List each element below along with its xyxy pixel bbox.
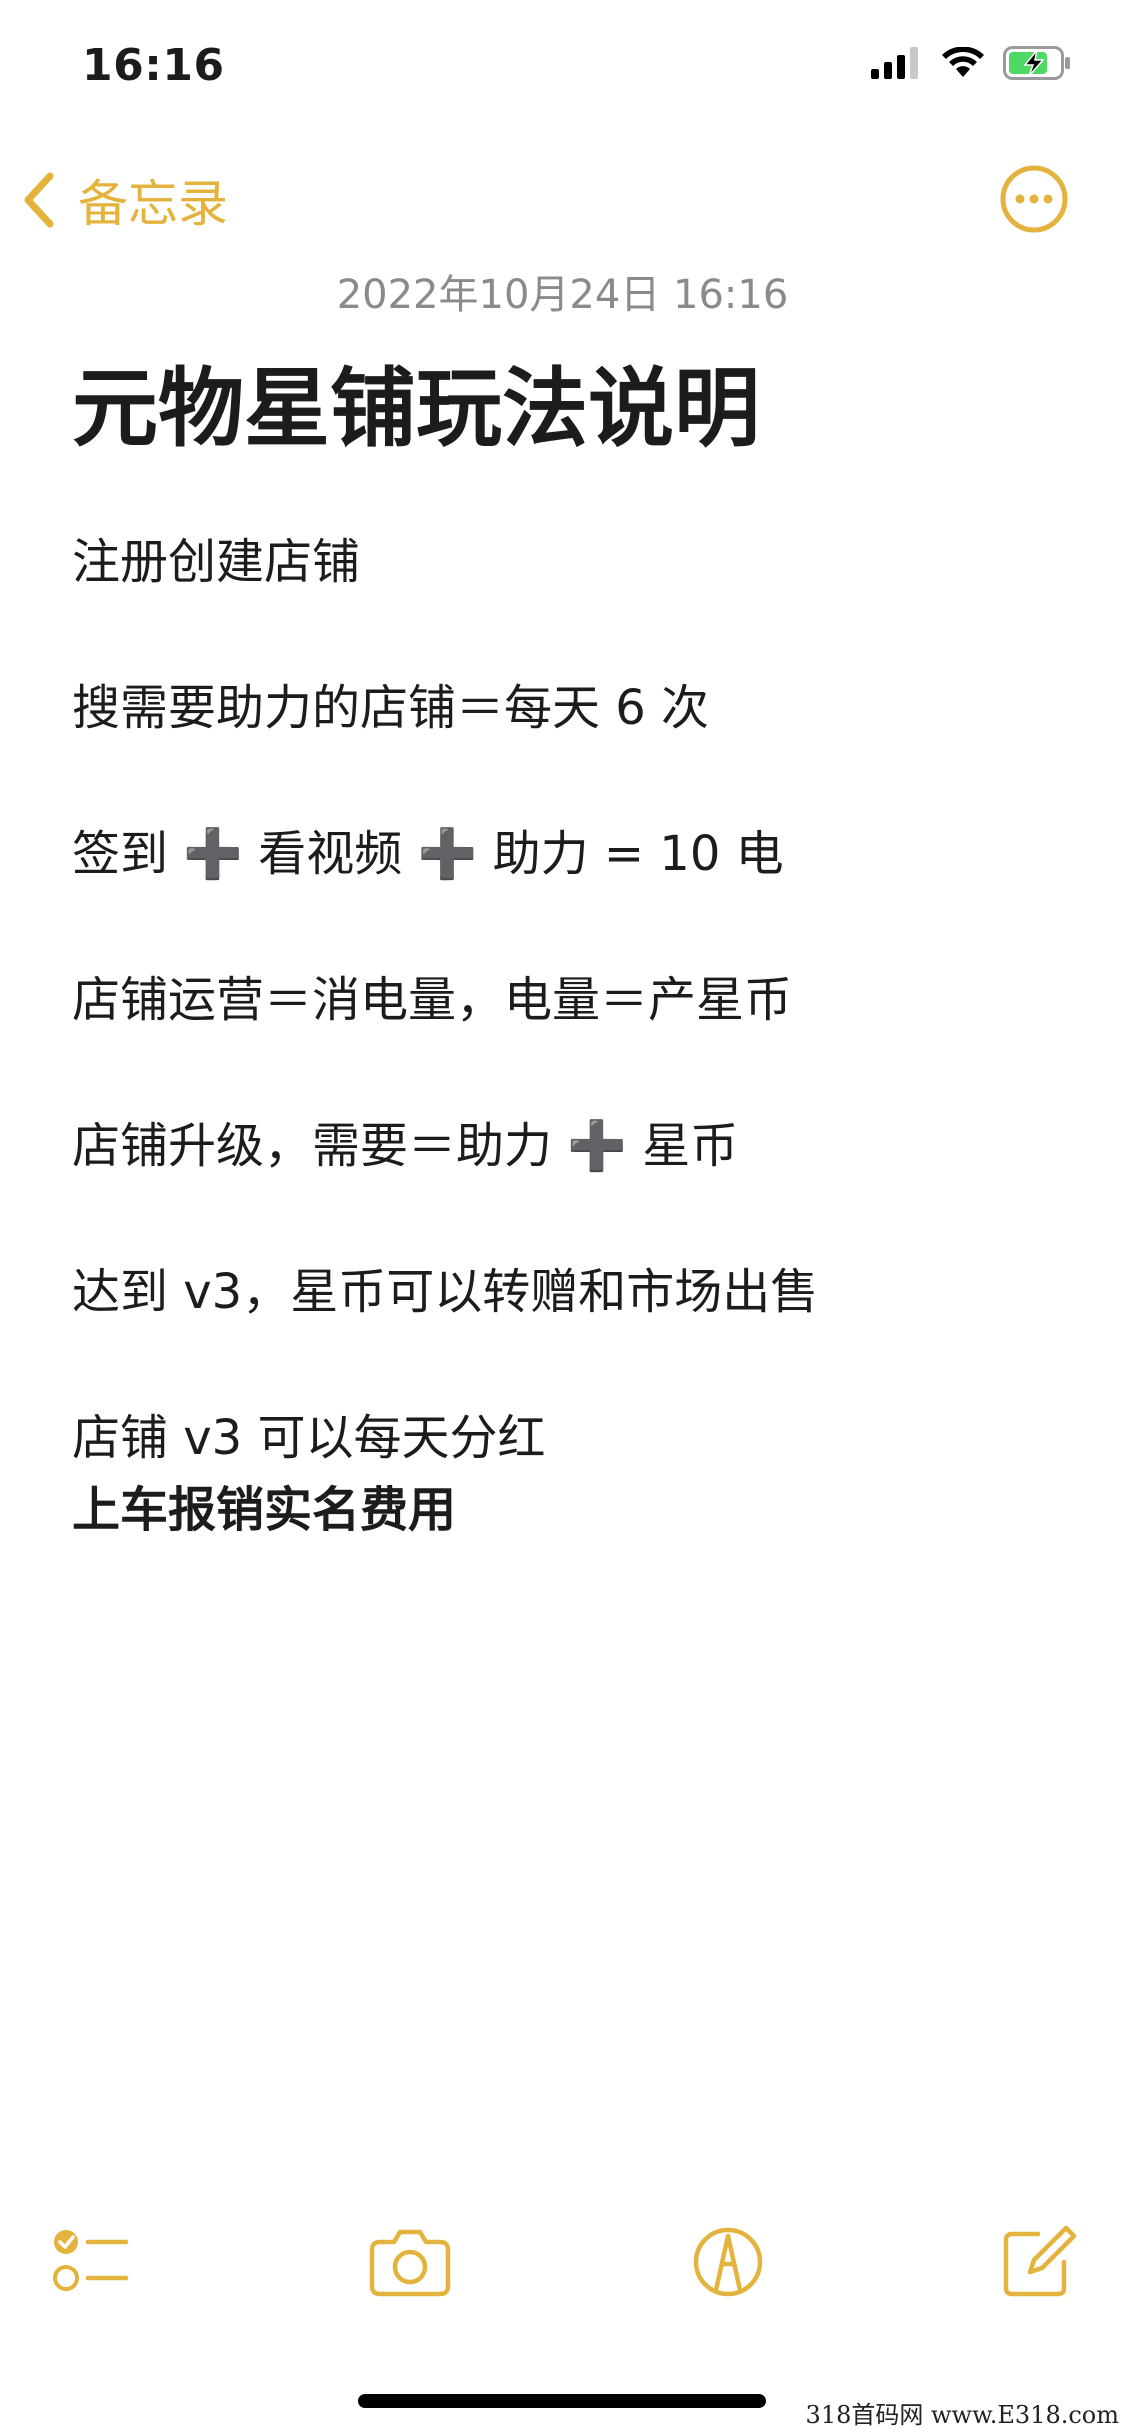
nav-bar: 备忘录	[0, 140, 1125, 260]
watermark: 318首码网 www.E318.com	[805, 2401, 1119, 2429]
note-timestamp: 2022年10月24日 16:16	[336, 272, 789, 318]
chevron-left-icon	[24, 172, 54, 228]
checklist-icon[interactable]	[52, 2220, 132, 2300]
ellipsis-circle-icon[interactable]	[999, 164, 1069, 234]
note-paragraph: 达到 v3，星币可以转赠和市场出售	[72, 1264, 819, 1320]
signal-icon	[871, 47, 918, 79]
status-icons	[871, 46, 1073, 80]
back-button[interactable]: 备忘录	[20, 164, 228, 236]
note-paragraph: 店铺运营＝消电量，电量＝产星币	[72, 972, 793, 1028]
note-paragraph: 搜需要助力的店铺＝每天 6 次	[72, 680, 710, 736]
status-time: 16:16	[82, 40, 225, 91]
bottom-toolbar	[0, 2220, 1125, 2320]
note-paragraph: 店铺升级，需要＝助力 ➕ 星币	[72, 1118, 739, 1174]
note-title[interactable]: 元物星铺玩法说明	[72, 338, 760, 463]
camera-icon[interactable]	[368, 2220, 452, 2300]
back-label: 备忘录	[78, 175, 228, 233]
note-paragraph: 注册创建店铺	[72, 534, 361, 590]
note-paragraph: 店铺 v3 可以每天分红	[72, 1410, 546, 1466]
battery-charging-icon	[1003, 46, 1070, 80]
compose-icon[interactable]	[1000, 2220, 1080, 2300]
markup-pen-icon[interactable]	[688, 2220, 768, 2300]
wifi-icon	[942, 47, 984, 77]
note-body[interactable]: 注册创建店铺 搜需要助力的店铺＝每天 6 次 签到 ➕ 看视频 ➕ 助力 = 1…	[72, 526, 1072, 1546]
status-bar: 16:16	[0, 0, 1125, 130]
note-paragraph: 签到 ➕ 看视频 ➕ 助力 = 10 电	[72, 826, 784, 882]
home-indicator[interactable]	[358, 2394, 766, 2408]
note-paragraph-bold: 上车报销实名费用	[72, 1482, 457, 1538]
